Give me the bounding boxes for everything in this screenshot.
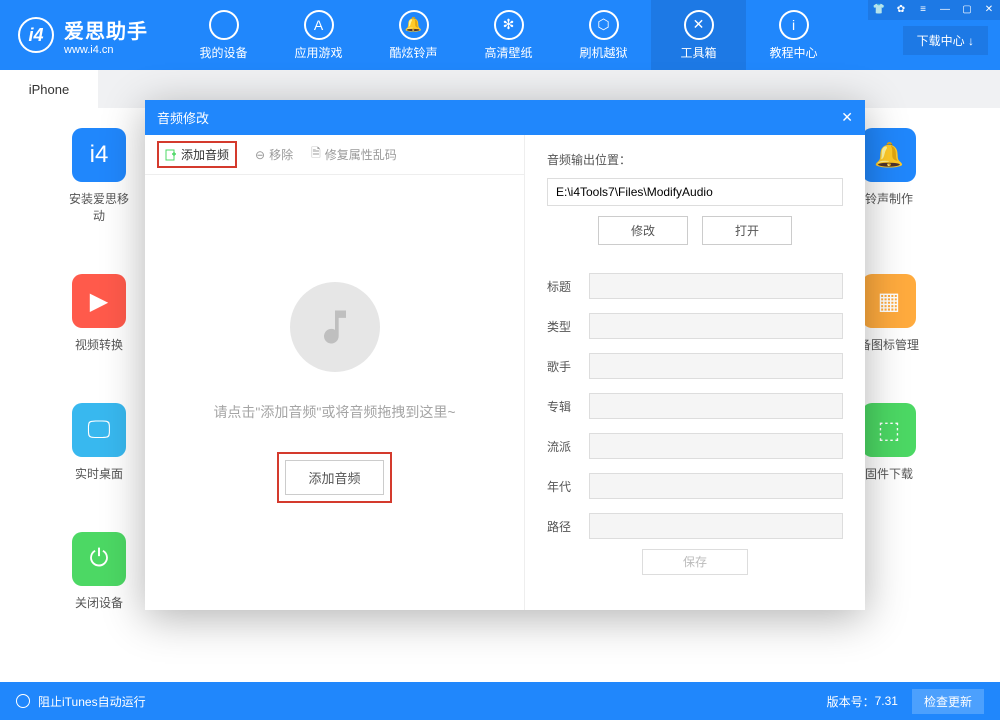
audio-drop-zone[interactable]: 请点击"添加音频"或将音频拖拽到这里~ 添加音频: [145, 175, 524, 610]
field-label-year: 年代: [547, 478, 589, 495]
title-input[interactable]: [589, 273, 843, 299]
app-logo: i4 爱思助手 www.i4.cn: [18, 15, 148, 56]
monitor-icon: 🖵: [72, 403, 126, 457]
field-label-artist: 歌手: [547, 358, 589, 375]
dialog-title: 音频修改: [157, 108, 209, 127]
field-label-type: 类型: [547, 318, 589, 335]
grid-icon: ▦: [862, 274, 916, 328]
fix-icon: 🗎: [311, 144, 321, 165]
power-icon: ⏻: [72, 532, 126, 586]
year-input[interactable]: [589, 473, 843, 499]
add-file-icon: [165, 149, 177, 161]
tool-install[interactable]: i4安装爱思移动: [68, 128, 130, 224]
app-header: i4 爱思助手 www.i4.cn 我的设备 A应用游戏 🔔酷炫铃声 ✻高清壁纸…: [0, 0, 1000, 70]
album-input[interactable]: [589, 393, 843, 419]
bell-plus-icon: 🔔: [862, 128, 916, 182]
status-circle-icon: [16, 694, 30, 708]
app-icon: A: [304, 10, 334, 40]
minimize-icon[interactable]: —: [934, 0, 956, 20]
field-label-path: 路径: [547, 518, 589, 535]
install-icon: i4: [72, 128, 126, 182]
field-label-genre: 流派: [547, 438, 589, 455]
add-audio-button[interactable]: 添加音频: [285, 460, 383, 495]
tool-firmware[interactable]: ⬚固件下载: [858, 403, 920, 482]
dialog-toolbar: 添加音频 ⊖ 移除 🗎 修复属性乱码: [145, 135, 524, 175]
apple-icon: [209, 10, 239, 40]
tab-iphone[interactable]: iPhone: [0, 70, 98, 108]
tool-video-convert[interactable]: ▶视频转换: [68, 274, 130, 353]
box-icon: ⬡: [589, 10, 619, 40]
nav-flash[interactable]: ⬡刷机越狱: [556, 0, 651, 70]
nav-wallpaper[interactable]: ✻高清壁纸: [461, 0, 556, 70]
info-icon: i: [779, 10, 809, 40]
download-center-button[interactable]: 下载中心 ↓: [903, 26, 988, 55]
version-number: 7.31: [875, 694, 898, 708]
field-label-album: 专辑: [547, 398, 589, 415]
cube-icon: ⬚: [862, 403, 916, 457]
tool-shutdown[interactable]: ⏻关闭设备: [68, 532, 130, 611]
window-controls: 👕 ✿ ≡ — ▢ ✕: [868, 0, 1000, 20]
open-path-button[interactable]: 打开: [702, 216, 792, 245]
genre-input[interactable]: [589, 433, 843, 459]
toolbar-remove[interactable]: ⊖ 移除: [255, 146, 293, 163]
output-path-label: 音频输出位置：: [547, 151, 843, 168]
settings-icon[interactable]: ✿: [890, 0, 912, 20]
dialog-header: 音频修改 ✕: [145, 100, 865, 135]
field-label-title: 标题: [547, 278, 589, 295]
maximize-icon[interactable]: ▢: [956, 0, 978, 20]
remove-icon: ⊖: [255, 148, 265, 162]
dialog-close-button[interactable]: ✕: [841, 109, 853, 126]
nav-toolbox[interactable]: ✕工具箱: [651, 0, 746, 70]
audio-modify-dialog: 音频修改 ✕ 添加音频 ⊖ 移除 🗎 修复属性乱码: [145, 100, 865, 610]
nav-apps[interactable]: A应用游戏: [271, 0, 366, 70]
drop-hint-text: 请点击"添加音频"或将音频拖拽到这里~: [213, 402, 455, 422]
nav-my-device[interactable]: 我的设备: [176, 0, 271, 70]
app-title: 爱思助手: [64, 15, 148, 44]
type-input[interactable]: [589, 313, 843, 339]
dialog-left-panel: 添加音频 ⊖ 移除 🗎 修复属性乱码 请点击"添加音频"或将音频拖拽到这里~ 添…: [145, 135, 525, 610]
close-icon[interactable]: ✕: [978, 0, 1000, 20]
path-input[interactable]: [589, 513, 843, 539]
nav-ringtones[interactable]: 🔔酷炫铃声: [366, 0, 461, 70]
modify-path-button[interactable]: 修改: [598, 216, 688, 245]
main-nav: 我的设备 A应用游戏 🔔酷炫铃声 ✻高清壁纸 ⬡刷机越狱 ✕工具箱 i教程中心: [176, 0, 841, 70]
logo-icon: i4: [18, 17, 54, 53]
tools-icon: ✕: [684, 10, 714, 40]
tool-ringtone-make[interactable]: 🔔铃声制作: [858, 128, 920, 224]
check-update-button[interactable]: 检查更新: [912, 689, 984, 714]
version-label: 版本号：: [827, 693, 875, 710]
menu-icon[interactable]: ≡: [912, 0, 934, 20]
artist-input[interactable]: [589, 353, 843, 379]
bell-icon: 🔔: [399, 10, 429, 40]
output-path-input[interactable]: [547, 178, 843, 206]
itunes-block-toggle[interactable]: 阻止iTunes自动运行: [38, 693, 146, 710]
save-button[interactable]: 保存: [642, 549, 748, 575]
dialog-right-panel: 音频输出位置： 修改 打开 标题 类型 歌手 专辑 流派 年代 路径 保存: [525, 135, 865, 610]
play-icon: ▶: [72, 274, 126, 328]
music-note-icon: [290, 282, 380, 372]
toolbar-add-audio[interactable]: 添加音频: [157, 141, 237, 168]
toolbar-fix-encoding[interactable]: 🗎 修复属性乱码: [311, 144, 397, 165]
flower-icon: ✻: [494, 10, 524, 40]
tool-realtime-desktop[interactable]: 🖵实时桌面: [68, 403, 130, 482]
nav-tutorials[interactable]: i教程中心: [746, 0, 841, 70]
app-subtitle: www.i4.cn: [64, 44, 148, 56]
tool-icon-manage[interactable]: ▦备图标管理: [858, 274, 920, 353]
skin-icon[interactable]: 👕: [868, 0, 890, 20]
status-bar: 阻止iTunes自动运行 版本号： 7.31 检查更新: [0, 682, 1000, 720]
